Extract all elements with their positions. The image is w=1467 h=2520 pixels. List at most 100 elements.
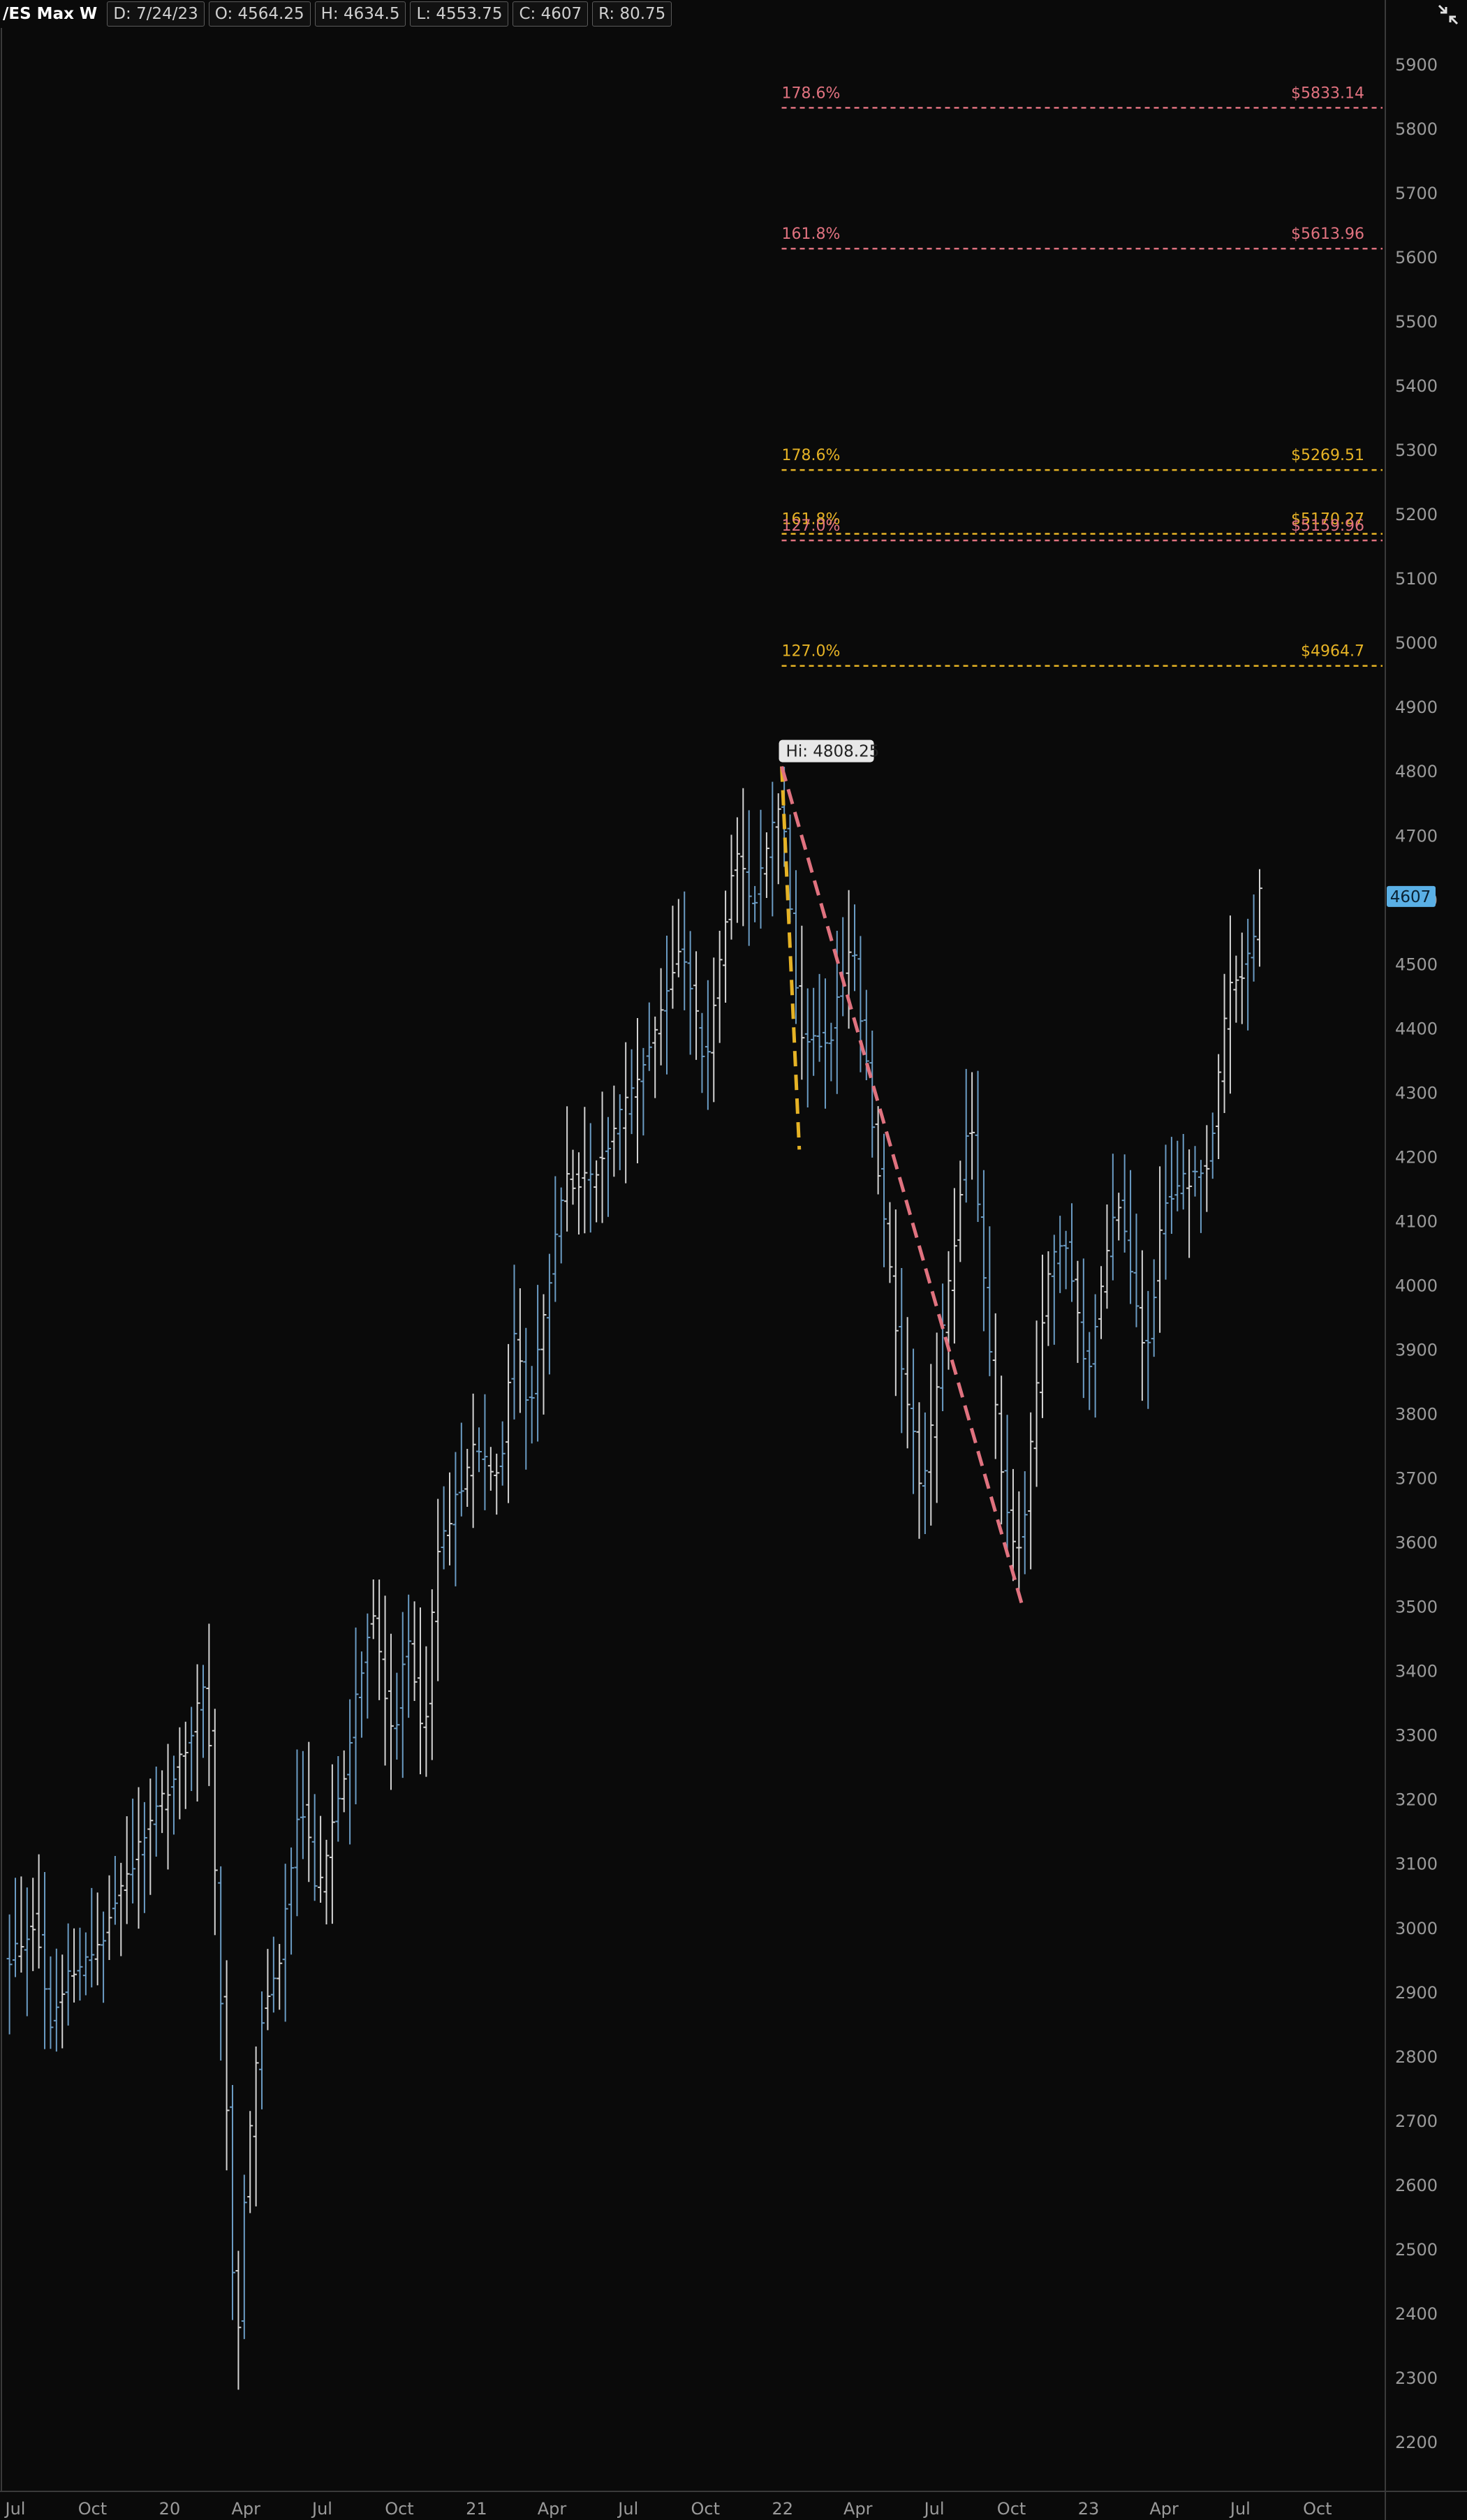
y-tick-label: 3600 bbox=[1395, 1533, 1438, 1553]
ohlc-bar bbox=[1221, 973, 1228, 1113]
ohlc-bar bbox=[922, 1412, 928, 1535]
ohlc-bar bbox=[1098, 1266, 1105, 1339]
hi-tag-label: Hi: 4808.25 bbox=[786, 743, 880, 761]
x-tick-label: Oct bbox=[385, 2499, 414, 2519]
ohlc-bar bbox=[206, 1623, 212, 1786]
y-tick-label: 5000 bbox=[1395, 633, 1438, 653]
ohlc-bar bbox=[6, 1914, 13, 2035]
ohlc-bar bbox=[447, 1472, 453, 1565]
ohlc-bar bbox=[82, 1932, 89, 1996]
y-tick-label: 3100 bbox=[1395, 1855, 1438, 1874]
ohlc-bar bbox=[1197, 1160, 1204, 1233]
ohlc-bar bbox=[59, 1954, 66, 2049]
ohlc-bar bbox=[716, 931, 723, 1043]
fib-level-percent: 127.0% bbox=[782, 643, 841, 661]
ohlc-bar bbox=[53, 1948, 59, 2052]
y-tick-label: 5800 bbox=[1395, 119, 1438, 139]
y-tick-label: 5600 bbox=[1395, 248, 1438, 267]
fib-level-percent: 161.8% bbox=[782, 226, 841, 243]
fibonacci-levels: 178.6% $5833.14 161.8% $5613.96 178.6% $5269.… bbox=[781, 84, 1383, 667]
ohlc-bar bbox=[887, 1202, 893, 1283]
ohlc-bar bbox=[494, 1453, 500, 1515]
y-tick-label: 3500 bbox=[1395, 1598, 1438, 1617]
ohlc-bar bbox=[775, 793, 781, 885]
ohlc-bar bbox=[998, 1376, 1005, 1525]
ohlc-bar bbox=[470, 1393, 476, 1528]
ohlc-bar bbox=[464, 1449, 471, 1508]
ohlc-bar bbox=[18, 1876, 24, 1973]
ohlc-bar bbox=[1186, 1149, 1193, 1258]
ohlc-bar bbox=[1239, 932, 1245, 1024]
ohlc-bar bbox=[1092, 1294, 1098, 1418]
ohlc-bar bbox=[640, 1047, 647, 1136]
ohlc-bar bbox=[417, 1607, 423, 1775]
x-tick-label: 21 bbox=[466, 2499, 487, 2519]
ohlc-bar bbox=[241, 2174, 247, 2339]
ohlc-bar bbox=[1209, 1112, 1216, 1179]
fib-level-percent: 127.0% bbox=[782, 517, 841, 535]
y-tick-label: 2600 bbox=[1395, 2176, 1438, 2195]
x-tick-label: Oct bbox=[1303, 2499, 1332, 2519]
ohlc-bar bbox=[487, 1447, 494, 1491]
ohlc-bar bbox=[499, 1421, 506, 1486]
ohlc-bar bbox=[189, 1707, 195, 1791]
ohlc-bar bbox=[1080, 1258, 1086, 1399]
ohlc-bar bbox=[153, 1766, 159, 1857]
fib-level-price: $5613.96 bbox=[1291, 226, 1364, 243]
ohlc-bar bbox=[1133, 1214, 1140, 1327]
x-tick-label: Apr bbox=[231, 2499, 260, 2519]
ohlc-bar bbox=[558, 1187, 564, 1264]
ohlc-bar bbox=[89, 1887, 95, 1988]
ohlc-bar bbox=[799, 925, 805, 1080]
fib-level-price: $4964.7 bbox=[1301, 643, 1364, 661]
ohlc-bar bbox=[511, 1265, 517, 1420]
ohlc-bar bbox=[963, 1068, 969, 1203]
ohlc-bar bbox=[177, 1727, 183, 1820]
symbol-label[interactable]: /ES Max W bbox=[1, 2, 103, 26]
ohlc-bar bbox=[599, 1091, 605, 1223]
y-tick-label: 3900 bbox=[1395, 1340, 1438, 1360]
x-tick-label: 20 bbox=[159, 2499, 181, 2519]
ohlc-bar bbox=[816, 973, 823, 1062]
collapse-arrows-icon[interactable] bbox=[1436, 3, 1460, 27]
ohlc-bar bbox=[1192, 1146, 1198, 1197]
ohlc-bar bbox=[159, 1770, 165, 1834]
y-tick-label: 3800 bbox=[1395, 1405, 1438, 1424]
ohlc-bar bbox=[540, 1294, 547, 1415]
ohlc-bar bbox=[399, 1612, 406, 1778]
ohlc-bar bbox=[1057, 1216, 1063, 1293]
ohlc-bar bbox=[235, 2250, 242, 2390]
ohlc-bar bbox=[170, 1755, 177, 1835]
ohlc-bar bbox=[652, 1016, 658, 1098]
x-tick-label: Jul bbox=[311, 2499, 332, 2519]
ohlc-bar bbox=[277, 1943, 283, 2010]
x-tick-label: Jul bbox=[617, 2499, 638, 2519]
ohlc-bar bbox=[1145, 1290, 1151, 1409]
ohlc-bar bbox=[811, 987, 817, 1076]
ohlc-bar bbox=[1022, 1471, 1028, 1575]
ohlc-bar bbox=[523, 1327, 529, 1470]
ohlc-bar bbox=[47, 1956, 54, 2049]
fib-level-price: $5833.14 bbox=[1291, 84, 1364, 102]
x-tick-label: 23 bbox=[1078, 2499, 1100, 2519]
ohlc-bar bbox=[452, 1452, 459, 1586]
ohlc-header: /ES Max W D: 7/24/23 O: 4564.25 H: 4634.… bbox=[0, 0, 672, 28]
y-tick-label: 5500 bbox=[1395, 312, 1438, 332]
ohlc-bar bbox=[124, 1816, 130, 1924]
y-tick-label: 4000 bbox=[1395, 1276, 1438, 1295]
ohlc-bar bbox=[194, 1664, 200, 1801]
ohlc-bar bbox=[1245, 918, 1251, 1031]
ohlc-bar bbox=[24, 1887, 30, 2017]
y-tick-label: 5400 bbox=[1395, 376, 1438, 396]
ohlc-bar bbox=[1051, 1235, 1057, 1345]
ohlc-bar bbox=[552, 1176, 559, 1302]
ohlc-bar bbox=[506, 1343, 512, 1503]
ohlc-bar bbox=[118, 1862, 124, 1957]
y-tick-label: 2900 bbox=[1395, 1983, 1438, 2003]
ohlc-bar bbox=[793, 870, 799, 1024]
close-label: C: 4607 bbox=[513, 1, 589, 27]
ohlc-bar bbox=[65, 1923, 71, 2026]
y-tick-label: 3200 bbox=[1395, 1790, 1438, 1810]
ohlc-bar bbox=[1251, 894, 1257, 982]
ohlc-bar bbox=[364, 1613, 371, 1719]
